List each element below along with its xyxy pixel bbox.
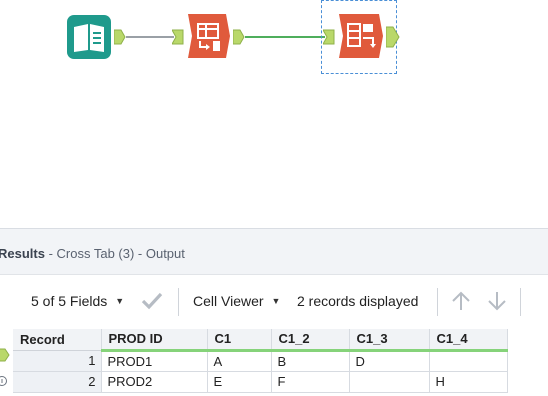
results-toolbar: 5 of 5 Fields ▼ Cell Viewer ▼ 2 records di… (0, 275, 548, 329)
table-cell[interactable]: PROD1 (101, 350, 208, 372)
cross-tab-output-anchor[interactable] (385, 26, 400, 48)
checkmark-icon (141, 292, 163, 310)
fields-dropdown-label: 5 of 5 Fields (31, 293, 108, 309)
input-data-tool[interactable] (66, 14, 112, 60)
select-icon (188, 14, 230, 58)
anchor-output-icon (0, 348, 10, 362)
cell-viewer-label: Cell Viewer (193, 293, 264, 309)
table-cell[interactable]: H (429, 371, 508, 393)
records-count-label: 2 records displayed (297, 293, 419, 309)
column-header[interactable]: C1_3 (349, 329, 430, 352)
toolbar-divider (437, 288, 438, 316)
results-header: Results - Cross Tab (3) - Output (0, 229, 548, 275)
apply-checkmark-button[interactable] (141, 289, 163, 314)
arrow-up-icon (452, 291, 470, 310)
column-header[interactable]: C1_2 (271, 329, 350, 352)
cross-tab-tool[interactable] (335, 12, 385, 60)
table-header-row: Record PROD ID C1 C1_2 C1_3 C1_4 (13, 329, 508, 352)
select-input-anchor[interactable] (171, 29, 184, 45)
results-title: Results - Cross Tab (3) - Output (0, 246, 185, 261)
table-cell[interactable]: E (207, 371, 272, 393)
column-header-record[interactable]: Record (13, 329, 102, 351)
scroll-up-button[interactable] (451, 290, 471, 315)
select-tool[interactable] (184, 12, 232, 60)
results-title-bold: Results (0, 246, 45, 261)
results-table: Record PROD ID C1 C1_2 C1_3 C1_4 1 PROD1… (13, 329, 508, 393)
table-cell[interactable] (429, 350, 508, 372)
column-header[interactable]: C1 (207, 329, 272, 352)
toolbar-divider (178, 288, 179, 316)
column-header[interactable]: C1_4 (429, 329, 508, 352)
chevron-down-icon: ▼ (115, 296, 125, 306)
book-icon (67, 15, 111, 59)
input-data-output-anchor[interactable] (113, 29, 126, 45)
cross-tab-input-anchor[interactable] (322, 29, 335, 45)
table-row[interactable]: 2 PROD2 E F H (13, 371, 508, 393)
arrow-down-icon (488, 292, 506, 311)
table-cell[interactable]: B (271, 350, 350, 372)
record-number: 2 (13, 371, 102, 393)
cross-tab-icon (339, 14, 383, 58)
chevron-down-icon: ▼ (271, 296, 281, 306)
info-icon (0, 376, 7, 386)
scroll-down-button[interactable] (487, 290, 507, 315)
column-header[interactable]: PROD ID (101, 329, 208, 352)
results-panel: Results - Cross Tab (3) - Output 5 of 5 … (0, 228, 548, 396)
table-cell[interactable]: PROD2 (101, 371, 208, 393)
record-number: 1 (13, 350, 102, 372)
records-displayed-text: 2 records displayed (297, 293, 418, 309)
table-row[interactable]: 1 PROD1 A B D (13, 350, 508, 372)
select-output-anchor[interactable] (232, 29, 245, 45)
cell-viewer-dropdown[interactable]: Cell Viewer ▼ (193, 293, 280, 309)
table-cell[interactable]: F (271, 371, 350, 393)
workflow-canvas[interactable] (0, 0, 548, 228)
results-title-source: - Cross Tab (3) - Output (44, 246, 185, 261)
connection-line[interactable] (126, 33, 174, 41)
table-cell[interactable]: A (207, 350, 272, 372)
connection-line[interactable] (245, 33, 325, 41)
table-cell[interactable]: D (349, 350, 430, 372)
table-cell[interactable] (349, 371, 430, 393)
fields-dropdown[interactable]: 5 of 5 Fields ▼ (31, 293, 124, 309)
toolbar-divider (520, 288, 521, 316)
